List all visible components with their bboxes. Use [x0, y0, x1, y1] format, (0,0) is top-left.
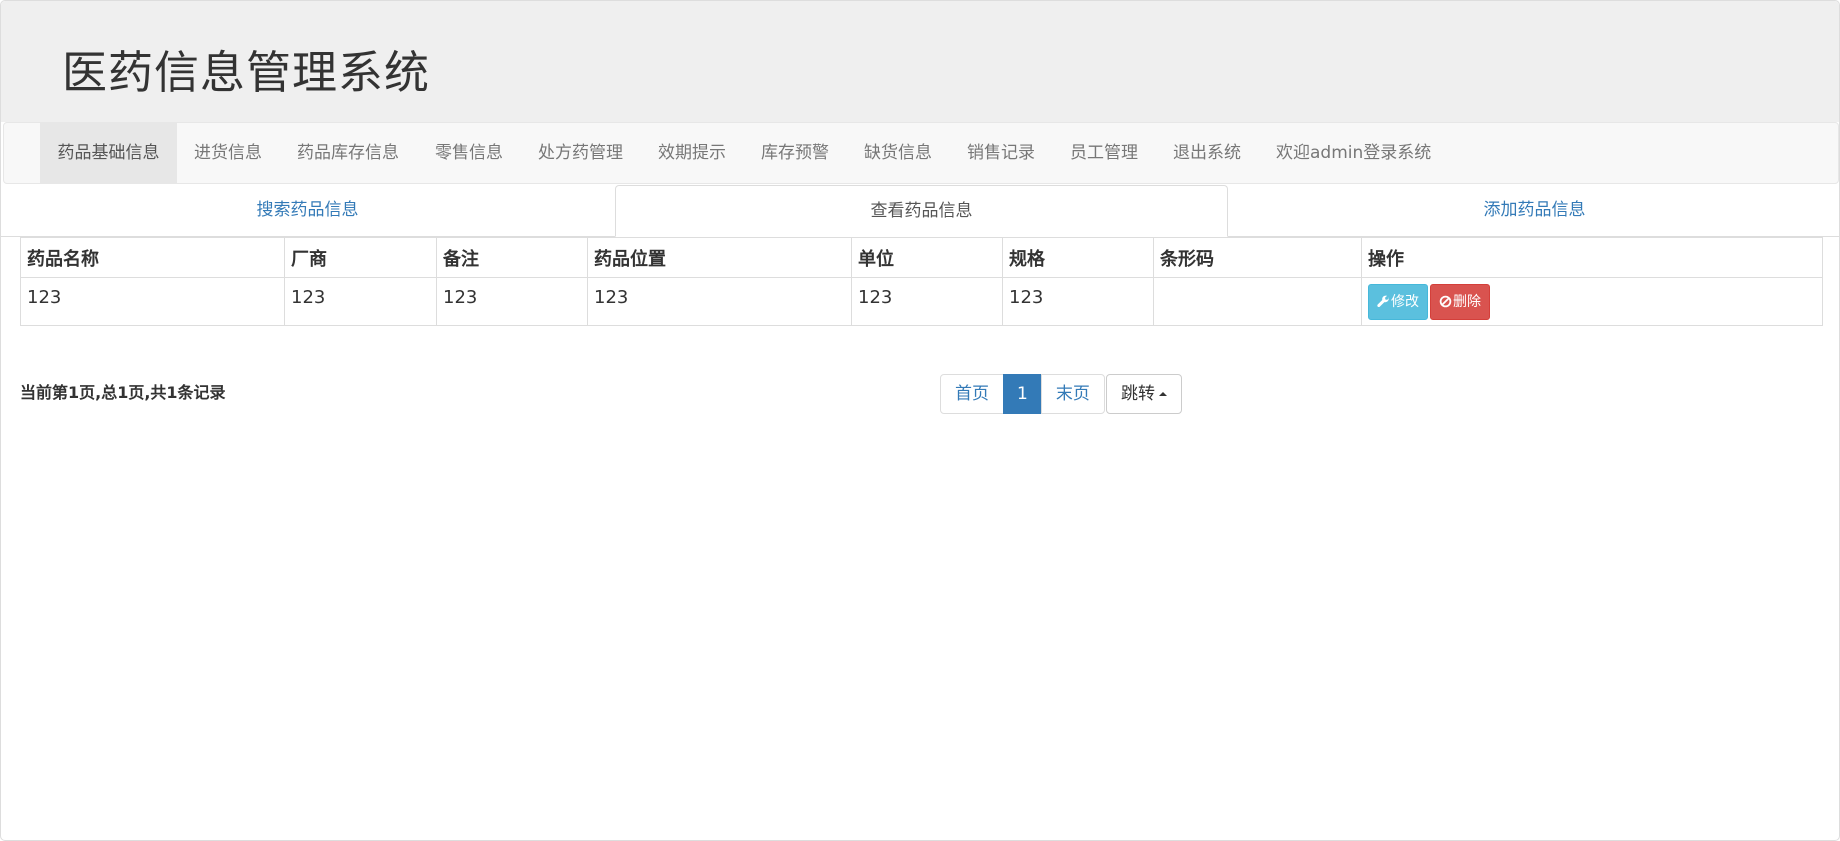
table-row: 123 123 123 123 123 123 修改 删除	[20, 277, 1823, 326]
column-header-location: 药品位置	[587, 237, 852, 278]
edit-button[interactable]: 修改	[1368, 284, 1428, 320]
ban-icon	[1439, 295, 1452, 308]
column-header-actions: 操作	[1361, 237, 1823, 278]
app-window: 医药信息管理系统 药品基础信息 进货信息 药品库存信息 零售信息 处方药管理 效…	[0, 0, 1840, 841]
wrench-icon	[1377, 295, 1390, 308]
nav-item-prescription-management[interactable]: 处方药管理	[538, 123, 623, 183]
tab-search-drug[interactable]: 搜索药品信息	[1, 185, 614, 237]
nav-item-drug-inventory-info[interactable]: 药品库存信息	[297, 123, 399, 183]
column-header-manufacturer: 厂商	[284, 237, 437, 278]
jump-button-label: 跳转	[1121, 384, 1155, 404]
pagination-info: 当前第1页,总1页,共1条记录	[20, 383, 226, 402]
nav-item-purchase-info[interactable]: 进货信息	[194, 123, 262, 183]
tab-add-drug[interactable]: 添加药品信息	[1228, 185, 1839, 237]
delete-button-label: 删除	[1453, 294, 1481, 310]
nav-item-stock-warning[interactable]: 库存预警	[761, 123, 829, 183]
column-header-drug-name: 药品名称	[20, 237, 285, 278]
current-page-number[interactable]: 1	[1003, 374, 1042, 414]
nav-item-logout[interactable]: 退出系统	[1173, 123, 1241, 183]
cell-unit: 123	[851, 277, 1003, 326]
column-header-unit: 单位	[851, 237, 1003, 278]
cell-manufacturer: 123	[284, 277, 437, 326]
cell-drug-name: 123	[20, 277, 285, 326]
drug-table: 药品名称 厂商 备注 药品位置 单位 规格 条形码 操作 123 123 123…	[20, 237, 1823, 326]
header-banner: 医药信息管理系统	[1, 1, 1839, 122]
nav-item-retail-info[interactable]: 零售信息	[435, 123, 503, 183]
column-header-remarks: 备注	[436, 237, 588, 278]
edit-button-label: 修改	[1391, 294, 1419, 310]
first-page-link[interactable]: 首页	[940, 374, 1004, 414]
nav-item-employee-management[interactable]: 员工管理	[1070, 123, 1138, 183]
delete-button[interactable]: 删除	[1430, 284, 1490, 320]
cell-barcode	[1153, 277, 1362, 326]
page-title: 医药信息管理系统	[62, 46, 431, 99]
column-header-specification: 规格	[1002, 237, 1154, 278]
tab-view-drug[interactable]: 查看药品信息	[615, 185, 1228, 237]
main-navbar: 药品基础信息 进货信息 药品库存信息 零售信息 处方药管理 效期提示 库存预警 …	[3, 122, 1839, 184]
caret-up-icon	[1159, 392, 1167, 396]
table-header-row: 药品名称 厂商 备注 药品位置 单位 规格 条形码 操作	[20, 237, 1823, 278]
nav-item-drug-basic-info[interactable]: 药品基础信息	[40, 123, 177, 183]
pagination: 首页 1 末页	[940, 374, 1105, 414]
cell-location: 123	[587, 277, 852, 326]
cell-actions: 修改 删除	[1361, 277, 1823, 326]
jump-dropdown-button[interactable]: 跳转	[1106, 374, 1182, 414]
nav-item-expiry-reminder[interactable]: 效期提示	[658, 123, 726, 183]
tab-bar: 搜索药品信息 查看药品信息 添加药品信息	[1, 185, 1839, 237]
nav-item-out-of-stock-info[interactable]: 缺货信息	[864, 123, 932, 183]
nav-item-welcome-user[interactable]: 欢迎admin登录系统	[1276, 123, 1431, 183]
cell-remarks: 123	[436, 277, 588, 326]
column-header-barcode: 条形码	[1153, 237, 1362, 278]
cell-specification: 123	[1002, 277, 1154, 326]
nav-item-sales-records[interactable]: 销售记录	[967, 123, 1035, 183]
last-page-link[interactable]: 末页	[1040, 374, 1105, 414]
